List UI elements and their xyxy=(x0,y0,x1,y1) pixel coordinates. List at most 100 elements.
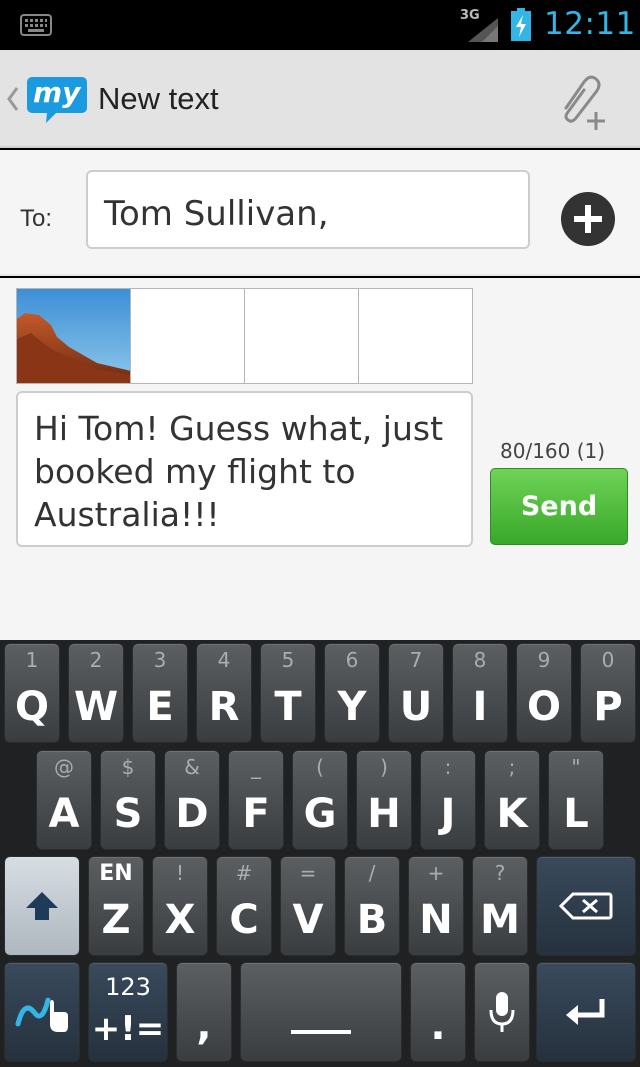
key-t[interactable]: 5T xyxy=(260,643,316,743)
attachment-strip xyxy=(16,288,473,384)
key-label: T xyxy=(274,684,302,730)
attachment-slot-empty[interactable] xyxy=(245,289,359,383)
shift-arrow-icon xyxy=(26,892,58,920)
key-a[interactable]: @ A xyxy=(36,750,92,850)
language-label: EN xyxy=(99,861,133,886)
key-sub-label: 0 xyxy=(601,648,615,672)
key-h[interactable]: ) H xyxy=(356,750,412,850)
microphone-key[interactable] xyxy=(474,962,530,1062)
key-label: W xyxy=(73,684,119,730)
key-sub-label: _ xyxy=(251,755,261,779)
key-sub-label: # xyxy=(235,861,253,885)
key-g[interactable]: (G xyxy=(292,750,348,850)
character-counter: 80/160 (1) xyxy=(500,439,606,463)
key-sub-label: 1 xyxy=(25,648,39,672)
paperclip-add-icon[interactable] xyxy=(548,72,614,132)
key-label: G xyxy=(303,791,337,837)
key-sub-label: 2 xyxy=(89,648,103,672)
key-label: Y xyxy=(337,684,367,730)
recipient-input[interactable]: Tom Sullivan, xyxy=(86,170,530,249)
key-sub-label: + xyxy=(427,861,445,885)
key-x[interactable]: ! X xyxy=(152,856,208,956)
key-sub-label: 4 xyxy=(217,648,231,672)
recipient-section: To: Tom Sullivan, xyxy=(0,150,640,276)
symbols-key[interactable]: 123 +!= xyxy=(88,962,168,1062)
key-w[interactable]: 2W xyxy=(68,643,124,743)
key-y[interactable]: 6Y xyxy=(324,643,380,743)
key-label: B xyxy=(356,897,388,943)
key-label: X xyxy=(164,897,196,943)
key-v[interactable]: = V xyxy=(280,856,336,956)
attachment-slot-empty[interactable] xyxy=(359,289,472,383)
key-d[interactable]: & D xyxy=(164,750,220,850)
back-chevron-icon[interactable] xyxy=(6,84,20,114)
page-title: New text xyxy=(98,81,219,116)
key-p[interactable]: 0P xyxy=(580,643,636,743)
to-label: To: xyxy=(20,205,53,232)
swype-key[interactable] xyxy=(4,962,80,1062)
period-key[interactable]: . xyxy=(410,962,466,1062)
attachment-photo-thumbnail[interactable] xyxy=(17,289,131,383)
key-label: I xyxy=(472,684,488,730)
key-r[interactable]: 4R xyxy=(196,643,252,743)
shift-key[interactable] xyxy=(4,856,80,956)
key-label: D xyxy=(175,791,209,837)
key-sub-label: ; xyxy=(508,755,516,779)
add-contact-icon[interactable] xyxy=(560,191,616,247)
key-label: K xyxy=(496,791,528,837)
key-label: Q xyxy=(14,684,49,730)
key-label: A xyxy=(48,791,80,837)
key-s[interactable]: $ S xyxy=(100,750,156,850)
key-l[interactable]: " L xyxy=(548,750,604,850)
key-u[interactable]: 7U xyxy=(388,643,444,743)
status-bar: 3G 12:11 xyxy=(0,0,640,50)
key-z[interactable]: EN Z xyxy=(88,856,144,956)
key-sub-label: 5 xyxy=(281,648,295,672)
backspace-icon xyxy=(559,892,613,920)
compose-section: Hi Tom! Guess what, just booked my fligh… xyxy=(0,278,640,640)
key-b[interactable]: / B xyxy=(344,856,400,956)
send-button[interactable]: Send xyxy=(490,468,628,545)
key-sub-label: " xyxy=(571,755,581,779)
key-label: E xyxy=(146,684,174,730)
key-e[interactable]: 3E xyxy=(132,643,188,743)
space-key[interactable] xyxy=(240,962,402,1062)
app-logo[interactable]: my xyxy=(26,75,88,125)
key-sub-label: = xyxy=(299,861,317,885)
key-label: . xyxy=(430,1003,446,1049)
key-q[interactable]: 1Q xyxy=(4,643,60,743)
key-sub-label: ) xyxy=(380,755,388,779)
key-j[interactable]: :J xyxy=(420,750,476,850)
comma-key[interactable]: , xyxy=(176,962,232,1062)
battery-charging-icon xyxy=(511,8,531,41)
key-f[interactable]: _ F xyxy=(228,750,284,850)
key-c[interactable]: # C xyxy=(216,856,272,956)
key-sub-label: : xyxy=(444,755,452,779)
key-sub-label: & xyxy=(184,755,200,779)
key-sub-label: ! xyxy=(175,861,185,885)
key-label: M xyxy=(480,897,520,943)
key-k[interactable]: ; K xyxy=(484,750,540,850)
key-sub-label: $ xyxy=(121,755,135,779)
key-i[interactable]: 8I xyxy=(452,643,508,743)
backspace-key[interactable] xyxy=(536,856,636,956)
key-sub-label: 3 xyxy=(153,648,167,672)
key-sub-label: 7 xyxy=(409,648,423,672)
key-label: L xyxy=(563,791,589,837)
key-sub-label: 6 xyxy=(345,648,359,672)
swype-gesture-icon xyxy=(15,997,68,1032)
key-label: F xyxy=(242,791,270,837)
key-label: H xyxy=(367,791,401,837)
attachment-slot-empty[interactable] xyxy=(131,289,245,383)
key-o[interactable]: 9O xyxy=(516,643,572,743)
keyboard-notification-icon xyxy=(20,14,52,36)
key-sub-label: ? xyxy=(494,861,506,885)
key-label: J xyxy=(440,791,456,837)
key-label: Z xyxy=(101,897,131,943)
key-n[interactable]: + N xyxy=(408,856,464,956)
key-label: N xyxy=(419,897,453,943)
message-input[interactable]: Hi Tom! Guess what, just booked my fligh… xyxy=(16,391,473,547)
key-label: P xyxy=(593,684,623,730)
key-m[interactable]: ? M xyxy=(472,856,528,956)
enter-key[interactable] xyxy=(536,962,636,1062)
